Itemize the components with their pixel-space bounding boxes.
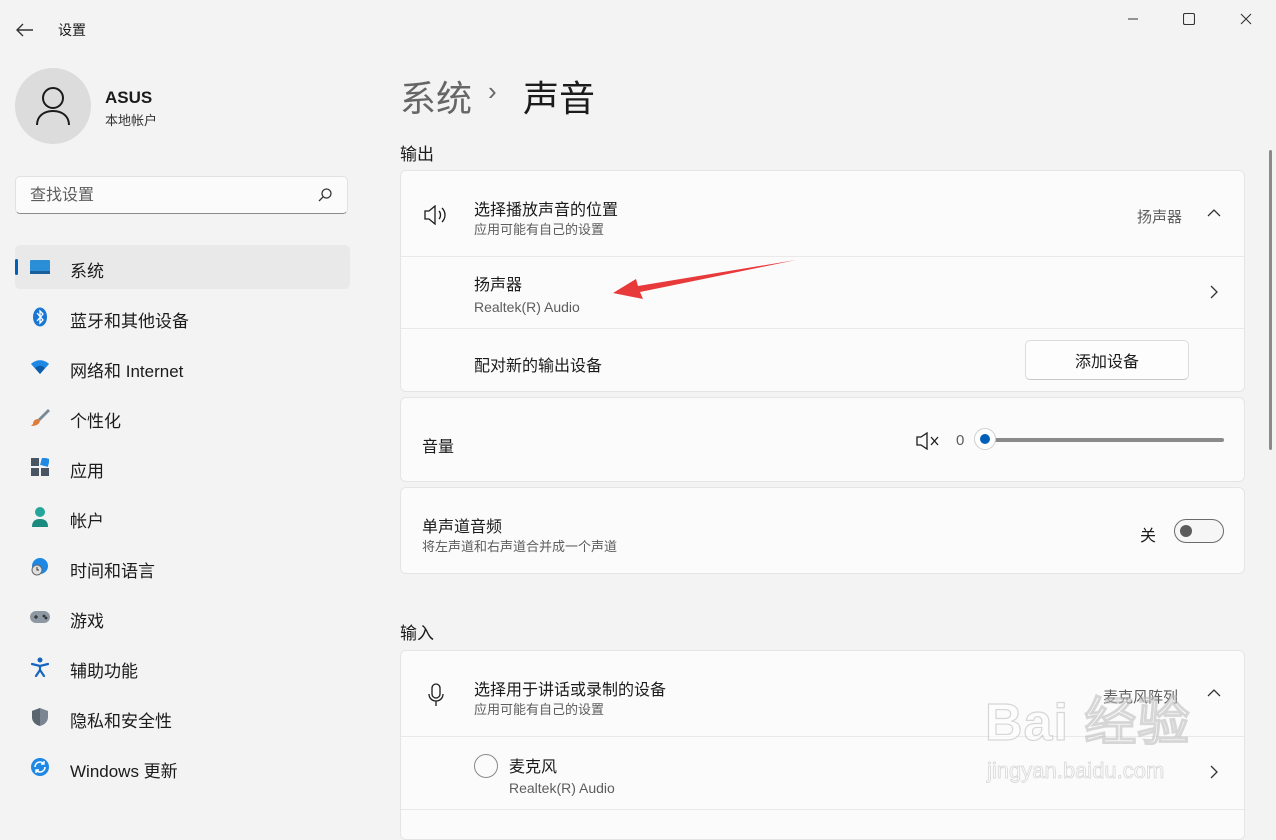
- globe-clock-icon: [29, 557, 51, 577]
- accessibility-icon: [29, 657, 51, 677]
- mono-audio-card: 单声道音频 将左声道和右声道合并成一个声道: [400, 487, 1245, 574]
- choose-output-value: 扬声器: [1137, 209, 1183, 226]
- nav-label: 系统: [70, 262, 104, 281]
- microphone-device-row[interactable]: 麦克风 Realtek(R) Audio: [401, 737, 1244, 809]
- breadcrumb-parent[interactable]: 系统: [400, 70, 472, 122]
- microphone-icon: [428, 683, 444, 706]
- system-icon: [29, 257, 51, 277]
- nav-label: 网络和 Internet: [70, 362, 184, 381]
- speaker-icon: [424, 205, 446, 225]
- output-device-card: 选择播放声音的位置 应用可能有自己的设置 扬声器 扬声器 Realtek(R) …: [400, 170, 1245, 392]
- nav-item-gaming[interactable]: 游戏: [15, 595, 350, 639]
- device-name: 扬声器: [474, 277, 523, 294]
- choose-output-subtitle: 应用可能有自己的设置: [474, 222, 605, 237]
- user-name: ASUS: [105, 88, 153, 107]
- nav-label: 应用: [70, 462, 104, 481]
- chevron-up-icon[interactable]: [1207, 208, 1221, 218]
- nav-item-personalization[interactable]: 个性化: [15, 395, 350, 439]
- scrollbar[interactable]: [1269, 150, 1272, 450]
- update-icon: [29, 757, 51, 777]
- nav-label: 帐户: [70, 512, 104, 531]
- mono-audio-title: 单声道音频: [422, 519, 503, 536]
- nav-item-bluetooth[interactable]: 蓝牙和其他设备: [15, 295, 350, 339]
- pair-output-label: 配对新的输出设备: [474, 358, 603, 375]
- nav-label: 时间和语言: [70, 562, 155, 581]
- apps-icon: [29, 457, 51, 477]
- add-device-button[interactable]: 添加设备: [1025, 340, 1189, 380]
- choose-output-title: 选择播放声音的位置: [474, 202, 619, 219]
- nav-label: 蓝牙和其他设备: [70, 312, 189, 331]
- account-type: 本地帐户: [105, 113, 158, 128]
- input-device-card: 选择用于讲话或录制的设备 应用可能有自己的设置 麦克风阵列 麦克风 Realte…: [400, 650, 1245, 840]
- volume-slider-track[interactable]: [986, 438, 1224, 442]
- bluetooth-icon: [29, 307, 51, 327]
- nav-item-accessibility[interactable]: 辅助功能: [15, 645, 350, 689]
- back-arrow-icon: [16, 23, 33, 37]
- section-title-output: 输出: [400, 145, 434, 164]
- mono-audio-toggle[interactable]: [1174, 519, 1224, 543]
- choose-output-row[interactable]: 选择播放声音的位置 应用可能有自己的设置 扬声器: [401, 171, 1244, 256]
- nav-item-accounts[interactable]: 帐户: [15, 495, 350, 539]
- back-button[interactable]: [10, 16, 40, 44]
- volume-slider-thumb[interactable]: [974, 428, 996, 450]
- mute-icon[interactable]: [915, 432, 941, 450]
- device-name: 麦克风: [509, 759, 558, 776]
- annotation-arrow: [613, 260, 796, 299]
- chevron-right-icon: [1210, 285, 1218, 299]
- nav-item-system[interactable]: 系统: [15, 245, 350, 289]
- nav-item-privacy[interactable]: 隐私和安全性: [15, 695, 350, 739]
- search-icon[interactable]: [317, 187, 333, 203]
- nav-label: 游戏: [70, 612, 104, 631]
- choose-input-subtitle: 应用可能有自己的设置: [474, 702, 605, 717]
- close-button[interactable]: [1223, 6, 1269, 32]
- avatar[interactable]: [15, 68, 91, 144]
- choose-input-row[interactable]: 选择用于讲话或录制的设备 应用可能有自己的设置 麦克风阵列: [401, 651, 1244, 736]
- wifi-icon: [29, 357, 51, 377]
- chevron-up-icon[interactable]: [1207, 688, 1221, 698]
- chevron-right-icon: [1210, 765, 1218, 779]
- gamepad-icon: [29, 607, 51, 627]
- shield-icon: [29, 707, 51, 727]
- choose-input-value: 麦克风阵列: [1103, 689, 1179, 706]
- device-sub: Realtek(R) Audio: [509, 780, 615, 796]
- maximize-button[interactable]: [1166, 6, 1212, 32]
- divider: [401, 328, 1244, 329]
- nav-label: 隐私和安全性: [70, 712, 172, 731]
- person-icon: [36, 87, 70, 126]
- minimize-icon: [1128, 18, 1138, 20]
- nav-item-windows-update[interactable]: Windows 更新: [15, 745, 350, 789]
- title-bar: 设置: [0, 0, 1276, 58]
- mono-audio-state: 关: [1140, 528, 1157, 545]
- maximize-icon: [1183, 13, 1195, 25]
- section-title-input: 输入: [400, 624, 434, 643]
- minimize-button[interactable]: [1110, 6, 1156, 32]
- breadcrumb-separator: ›: [488, 76, 497, 106]
- brush-icon: [29, 407, 51, 427]
- nav-item-apps[interactable]: 应用: [15, 445, 350, 489]
- search-box[interactable]: [15, 176, 348, 214]
- nav-label: 辅助功能: [70, 662, 138, 681]
- divider: [401, 809, 1244, 810]
- device-sub: Realtek(R) Audio: [474, 299, 580, 315]
- selection-indicator: [15, 259, 18, 275]
- mono-audio-subtitle: 将左声道和右声道合并成一个声道: [422, 539, 618, 554]
- nav-label: 个性化: [70, 412, 121, 431]
- choose-input-title: 选择用于讲话或录制的设备: [474, 682, 667, 699]
- close-icon: [1240, 13, 1252, 25]
- volume-value: 0: [956, 432, 965, 449]
- nav-item-time-language[interactable]: 时间和语言: [15, 545, 350, 589]
- nav-label: Windows 更新: [70, 762, 178, 781]
- microphone-radio[interactable]: [474, 754, 498, 778]
- nav-item-network[interactable]: 网络和 Internet: [15, 345, 350, 389]
- search-input[interactable]: [28, 184, 312, 208]
- speaker-device-row[interactable]: 扬声器 Realtek(R) Audio: [401, 257, 1244, 328]
- account-icon: [29, 507, 51, 527]
- page-title: 声音: [523, 78, 596, 119]
- volume-label: 音量: [422, 439, 455, 456]
- app-title: 设置: [58, 22, 86, 38]
